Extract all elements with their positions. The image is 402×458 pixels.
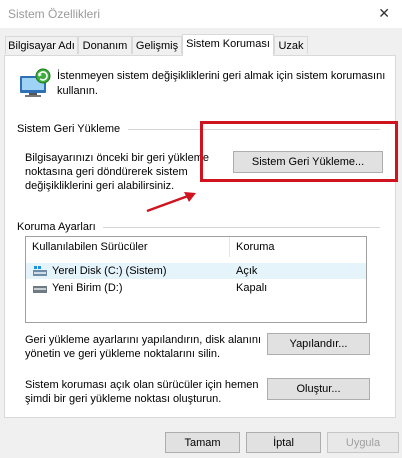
protection-group-divider: [103, 227, 380, 228]
tab-system-protection[interactable]: Sistem Koruması: [182, 34, 274, 56]
tab-remote[interactable]: Uzak: [274, 36, 308, 54]
drive-status: Kapalı: [236, 282, 268, 294]
create-button[interactable]: Oluştur...: [267, 378, 370, 400]
drive-name: Yerel Disk (C:) (Sistem): [52, 265, 167, 277]
drive-row[interactable]: Yeni Birim (D:) Kapalı: [26, 280, 366, 296]
create-description: Sistem koruması açık olan sürücüler için…: [25, 379, 259, 405]
configure-button[interactable]: Yapılandır...: [267, 333, 370, 355]
drive-name: Yeni Birim (D:): [52, 282, 123, 294]
drive-row[interactable]: Yerel Disk (C:) (Sistem) Açık: [26, 263, 366, 279]
column-header-protection[interactable]: Koruma: [230, 237, 366, 257]
tab-bar: Bilgisayar Adı Donanım Gelişmiş Sistem K…: [0, 34, 402, 56]
title-bar: Sistem Özellikleri ✕: [0, 0, 402, 28]
apply-button: Uygula: [327, 432, 399, 453]
cancel-button[interactable]: İptal: [246, 432, 321, 453]
configure-description: Geri yükleme ayarlarını yapılandırın, di…: [25, 334, 262, 360]
system-restore-button[interactable]: Sistem Geri Yükleme...: [233, 151, 383, 173]
restore-group-divider: [128, 129, 380, 130]
column-header-drives[interactable]: Kullanılabilen Sürücüler: [26, 237, 230, 257]
drives-list[interactable]: Kullanılabilen Sürücüler Koruma Yerel Di…: [25, 236, 367, 323]
ok-button[interactable]: Tamam: [165, 432, 240, 453]
close-icon[interactable]: ✕: [378, 5, 390, 22]
restore-description: Bilgisayarınızı önceki bir geri yükleme …: [25, 152, 210, 192]
windows-drive-icon: [33, 266, 47, 276]
intro-text: İstenmeyen sistem değişikliklerini geri …: [57, 70, 386, 97]
tab-computer-name[interactable]: Bilgisayar Adı: [5, 36, 78, 54]
drive-icon: [33, 286, 47, 293]
window-title: Sistem Özellikleri: [8, 7, 101, 21]
tab-advanced[interactable]: Gelişmiş: [132, 36, 182, 54]
restore-group-label: Sistem Geri Yükleme: [17, 123, 121, 135]
drive-status: Açık: [236, 265, 258, 277]
protection-group-label: Koruma Ayarları: [17, 221, 96, 233]
system-protection-icon: [20, 68, 51, 97]
tab-hardware[interactable]: Donanım: [78, 36, 132, 54]
